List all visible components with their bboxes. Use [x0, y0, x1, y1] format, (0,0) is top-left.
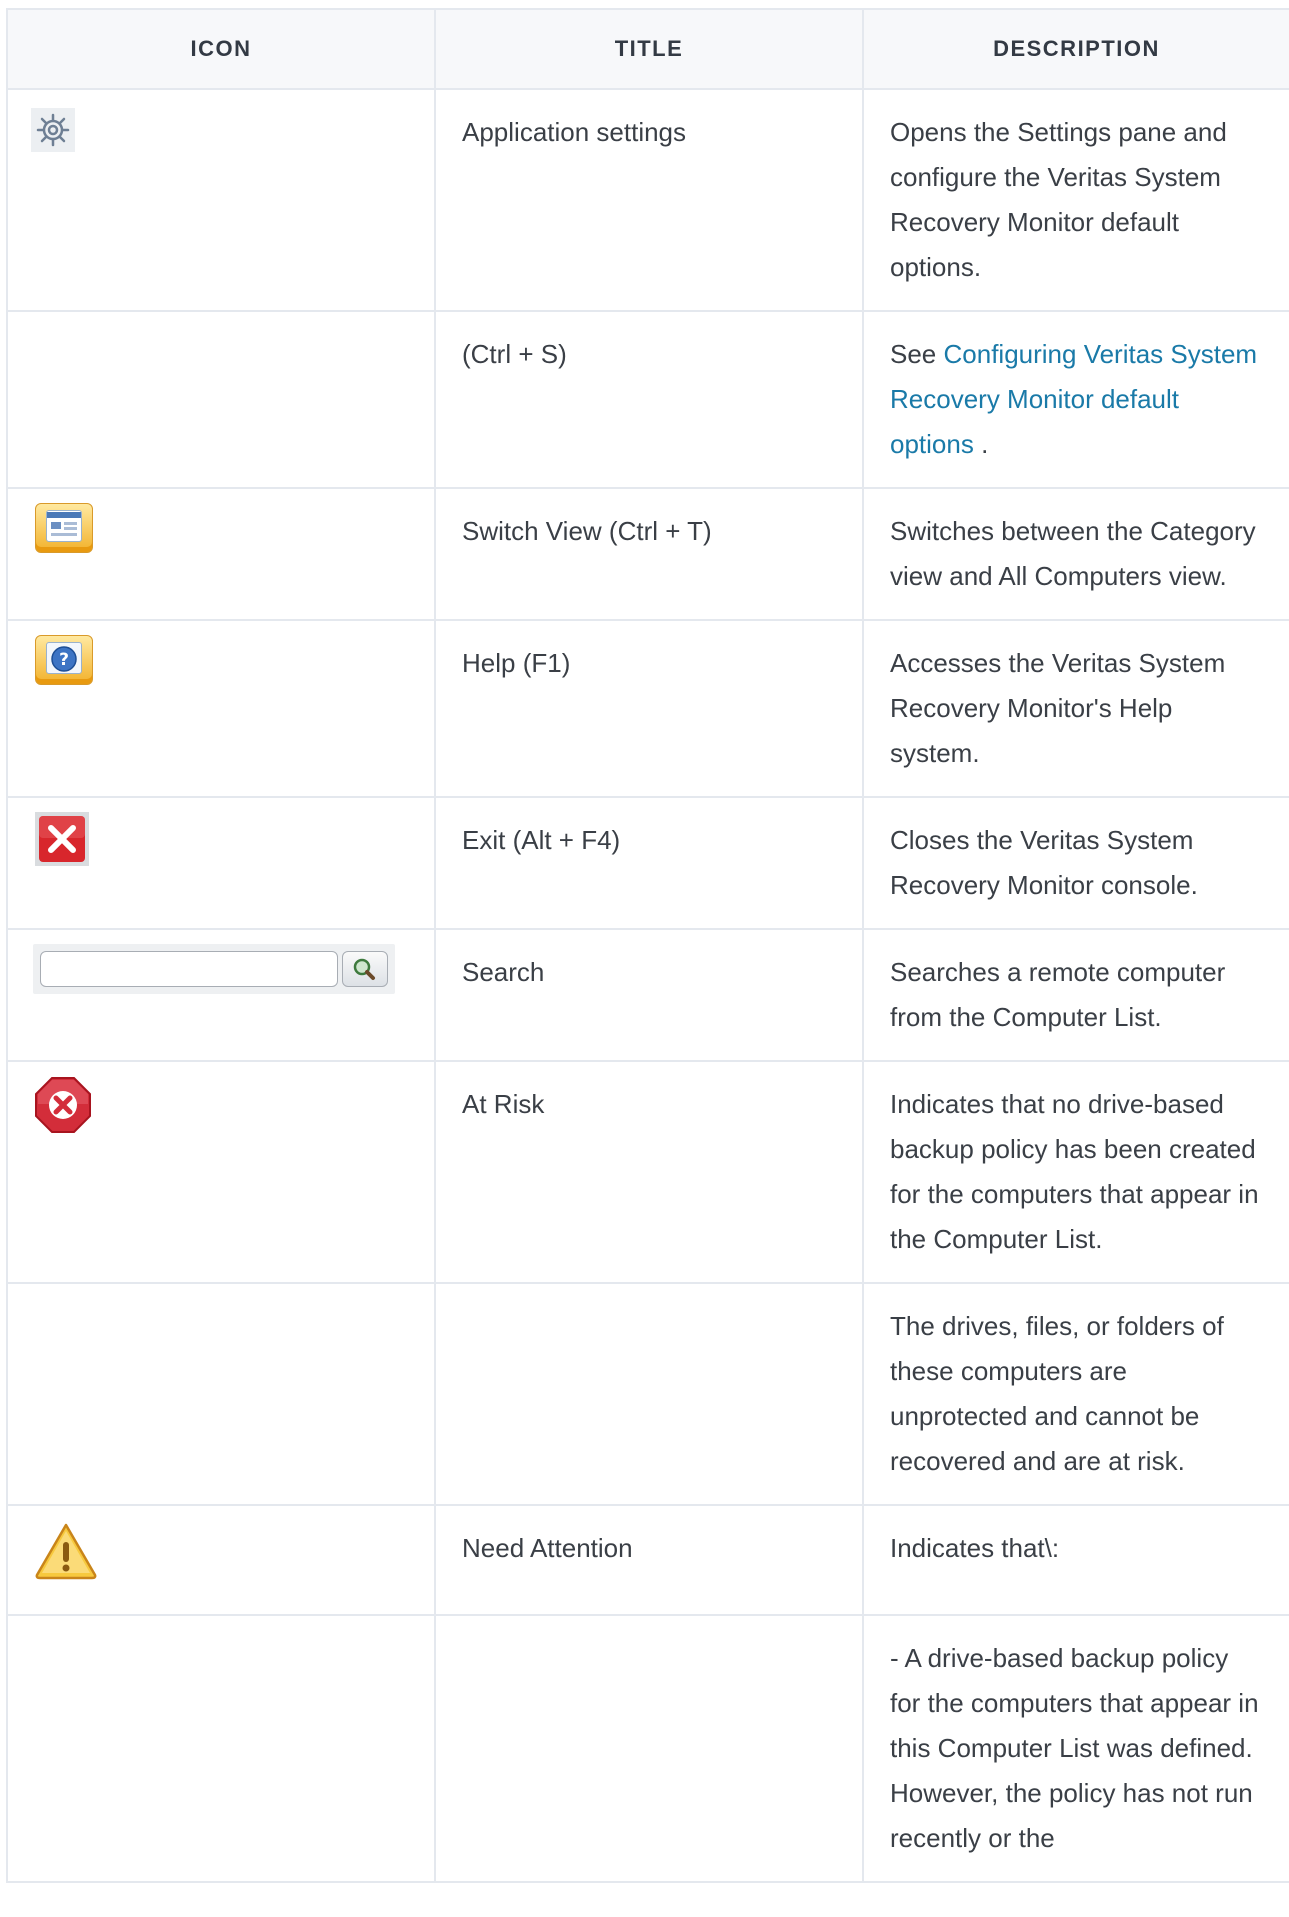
- help-icon[interactable]: ?: [35, 635, 93, 685]
- title-cell: Need Attention: [434, 1504, 864, 1616]
- table-row: Need Attention Indicates that\:: [6, 1504, 1289, 1616]
- header-icon: ICON: [6, 8, 436, 90]
- search-input[interactable]: [40, 951, 338, 987]
- header-title: TITLE: [434, 8, 864, 90]
- title-cell: Help (F1): [434, 619, 864, 798]
- description-cell: Switches between the Category view and A…: [862, 487, 1289, 621]
- description-cell: Indicates that\:: [862, 1504, 1289, 1616]
- icon-cell: [6, 88, 436, 312]
- switch-view-icon[interactable]: [35, 503, 93, 553]
- description-cell: The drives, files, or folders of these c…: [862, 1282, 1289, 1506]
- description-cell: See Configuring Veritas System Recovery …: [862, 310, 1289, 489]
- description-cell: Accesses the Veritas System Recovery Mon…: [862, 619, 1289, 798]
- title-cell: Search: [434, 928, 864, 1062]
- exit-icon[interactable]: [35, 812, 89, 866]
- warning-icon: [34, 1522, 98, 1580]
- magnifier-icon: [353, 958, 375, 980]
- title-cell: Application settings: [434, 88, 864, 312]
- icon-reference-table: ICON TITLE DESCRIPTION Application setti…: [6, 8, 1289, 1883]
- table-row: (Ctrl + S) See Configuring Veritas Syste…: [6, 310, 1289, 489]
- title-cell: (Ctrl + S): [434, 310, 864, 489]
- table-row: At Risk Indicates that no drive-based ba…: [6, 1060, 1289, 1284]
- table-row: Switch View (Ctrl + T) Switches between …: [6, 487, 1289, 621]
- icon-cell: [6, 310, 436, 489]
- title-cell: Switch View (Ctrl + T): [434, 487, 864, 621]
- icon-cell: [6, 1504, 436, 1616]
- title-cell: [434, 1614, 864, 1883]
- window-glyph: [46, 510, 82, 542]
- icon-reference-table-container: ICON TITLE DESCRIPTION Application setti…: [6, 8, 1289, 1883]
- header-description: DESCRIPTION: [862, 8, 1289, 90]
- gear-icon[interactable]: [31, 108, 75, 152]
- description-prefix: See: [890, 339, 944, 369]
- description-suffix: .: [973, 429, 989, 459]
- table-row: Search Searches a remote computer from t…: [6, 928, 1289, 1062]
- description-cell: - A drive-based backup policy for the co…: [862, 1614, 1289, 1883]
- icon-cell: [6, 796, 436, 930]
- table-row: The drives, files, or folders of these c…: [6, 1282, 1289, 1506]
- icon-cell: ?: [6, 619, 436, 798]
- table-row: ? Help (F1) Accesses the Veritas System …: [6, 619, 1289, 798]
- icon-cell: [6, 1282, 436, 1506]
- table-header-row: ICON TITLE DESCRIPTION: [6, 8, 1289, 90]
- table-row: Exit (Alt + F4) Closes the Veritas Syste…: [6, 796, 1289, 930]
- title-cell: Exit (Alt + F4): [434, 796, 864, 930]
- title-cell: At Risk: [434, 1060, 864, 1284]
- search-box-icon: [33, 944, 395, 994]
- title-cell: [434, 1282, 864, 1506]
- table-row: Application settings Opens the Settings …: [6, 88, 1289, 312]
- description-cell: Searches a remote computer from the Comp…: [862, 928, 1289, 1062]
- configuring-defaults-link[interactable]: Configuring Veritas System Recovery Moni…: [890, 339, 1257, 459]
- help-glyph: ?: [46, 642, 82, 674]
- table-row: - A drive-based backup policy for the co…: [6, 1614, 1289, 1883]
- search-button[interactable]: [342, 951, 388, 987]
- icon-cell: [6, 1614, 436, 1883]
- at-risk-icon: [34, 1076, 92, 1134]
- svg-text:?: ?: [59, 650, 69, 670]
- description-cell: Opens the Settings pane and configure th…: [862, 88, 1289, 312]
- description-cell: Closes the Veritas System Recovery Monit…: [862, 796, 1289, 930]
- icon-cell: [6, 487, 436, 621]
- icon-cell: [6, 928, 436, 1062]
- icon-cell: [6, 1060, 436, 1284]
- description-cell: Indicates that no drive-based backup pol…: [862, 1060, 1289, 1284]
